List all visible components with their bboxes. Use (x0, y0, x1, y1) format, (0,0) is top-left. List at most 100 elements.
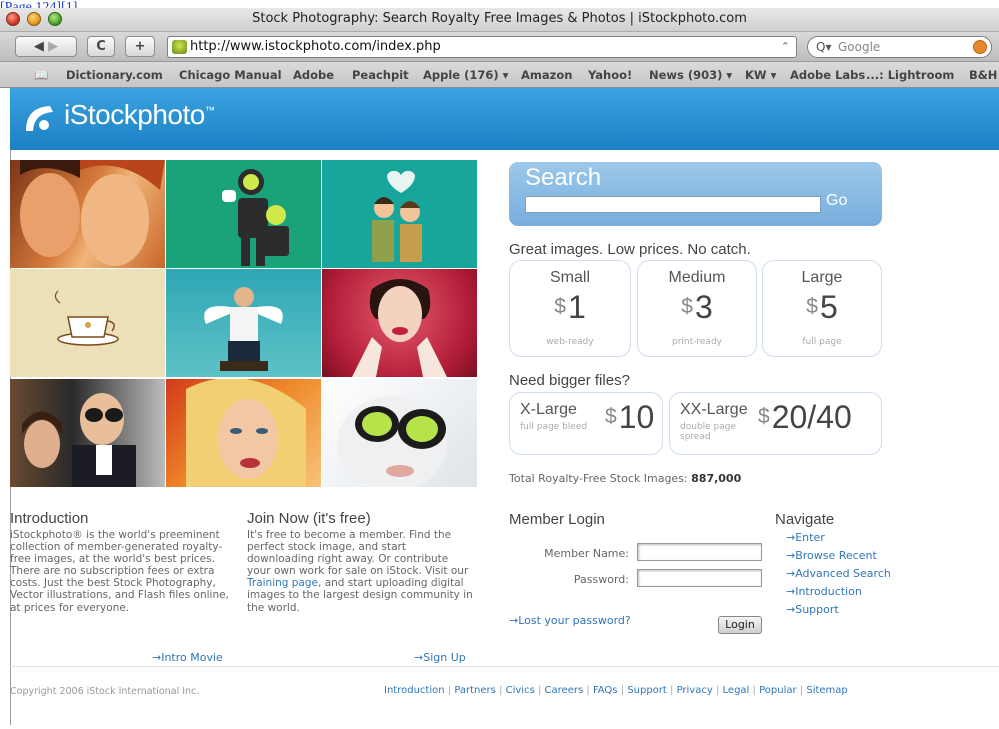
footer-link[interactable]: Privacy (677, 685, 713, 696)
clear-search-icon[interactable] (973, 40, 987, 54)
angel-man-photo[interactable] (166, 269, 321, 377)
footer-link[interactable]: Support (627, 685, 667, 696)
bookmark-item[interactable]: Peachpit (352, 68, 409, 82)
bookmark-item[interactable]: Amazon (521, 68, 572, 82)
vector-men-illustration[interactable] (166, 160, 321, 268)
training-page-link[interactable]: Training page, (247, 577, 321, 589)
price-note: full page (802, 337, 842, 347)
bigger-files-heading: Need bigger files? (509, 372, 630, 389)
price-size-label: Large (801, 269, 843, 286)
spy-couple-photo[interactable] (10, 379, 165, 487)
bookmark-item[interactable]: Chicago Manual (179, 68, 282, 82)
price-value: $3 (681, 289, 713, 325)
istock-logo-icon[interactable] (22, 101, 56, 135)
site-search-input[interactable] (525, 196, 821, 213)
password-input[interactable] (637, 569, 762, 587)
back-arrow-icon[interactable]: ◀ (34, 39, 44, 54)
couple-photo[interactable] (10, 160, 165, 268)
footer-link[interactable]: Introduction (384, 685, 445, 696)
join-title: Join Now (it's free) (247, 510, 371, 527)
member-name-label: Member Name: (544, 547, 629, 560)
price-size-label: X-Large (520, 401, 577, 418)
couple-illustration[interactable] (322, 160, 477, 268)
window-titlebar: Stock Photography: Search Royalty Free I… (0, 8, 999, 32)
total-images: Total Royalty-Free Stock Images: 887,000 (509, 472, 742, 485)
intro-body: iStockphoto® is the world's preeminent c… (10, 529, 229, 614)
footer-link[interactable]: Popular (759, 685, 797, 696)
price-card-small[interactable]: Small $1 web-ready (509, 260, 631, 357)
price-note: web-ready (546, 337, 594, 347)
couple-image-icon (20, 160, 165, 266)
teacup-icon (54, 290, 119, 346)
blonde-woman-photo[interactable] (166, 379, 321, 487)
url-text: http://www.istockphoto.com/index.php (190, 39, 441, 54)
bookmark-item[interactable]: News (903) ▾ (649, 68, 732, 82)
intro-movie-link[interactable]: →Intro Movie (152, 651, 223, 664)
member-login-title: Member Login (509, 511, 605, 528)
price-card-xxlarge[interactable]: XX-Large double page spread $20/40 (669, 392, 882, 455)
bookmark-item[interactable]: Adobe (293, 68, 334, 82)
forward-arrow-icon[interactable]: ▶ (48, 39, 58, 54)
nav-link-support[interactable]: →Support (786, 603, 839, 616)
footer-link[interactable]: FAQs (593, 685, 618, 696)
bookmark-item[interactable]: Yahoo! (588, 68, 632, 82)
price-value: $10 (605, 399, 655, 435)
nav-link-browse-recent[interactable]: →Browse Recent (786, 549, 877, 562)
bookmark-item[interactable]: Apple (176) ▾ (423, 68, 508, 82)
woman-hands-photo[interactable] (322, 269, 477, 377)
footer-link[interactable]: Legal (723, 685, 750, 696)
logo-text[interactable]: iStockphoto™ (64, 99, 215, 131)
password-label: Password: (573, 573, 629, 586)
search-panel: Search Go (509, 162, 882, 226)
goggles-icon (337, 396, 447, 487)
site-header: iStockphoto™ (10, 88, 999, 150)
price-value: $1 (554, 289, 586, 325)
search-field[interactable]: Q▾ Google (807, 36, 992, 58)
add-bookmark-button[interactable]: + (125, 36, 155, 57)
lost-password-link[interactable]: →Lost your password? (509, 614, 631, 627)
footer-link[interactable]: Sitemap (806, 685, 847, 696)
nav-link-enter[interactable]: →Enter (786, 531, 825, 544)
price-card-large[interactable]: Large $5 full page (762, 260, 882, 357)
join-body: It's free to become a member. Find the p… (247, 529, 473, 614)
rss-icon[interactable]: ⌃ (781, 37, 790, 57)
login-button[interactable]: Login (718, 616, 762, 634)
search-title: Search (525, 164, 602, 191)
price-size-label: Medium (668, 269, 726, 286)
copyright-text: Copyright 2006 iStock International Inc. (10, 686, 200, 697)
reload-button[interactable]: C (87, 36, 115, 57)
member-name-input[interactable] (637, 543, 762, 561)
price-card-xlarge[interactable]: X-Large full page bleed $10 (509, 392, 663, 455)
address-bar[interactable]: http://www.istockphoto.com/index.php ⌃ (167, 36, 797, 58)
go-button[interactable]: Go (826, 192, 847, 210)
price-size-label: XX-Large (680, 401, 748, 418)
bookmark-item[interactable]: KW ▾ (745, 68, 776, 82)
magnifier-icon[interactable]: Q▾ (816, 37, 831, 57)
navigate-title: Navigate (775, 511, 835, 528)
footer-link[interactable]: Careers (545, 685, 584, 696)
price-value: $20/40 (758, 399, 852, 435)
bookmark-item[interactable]: B&H (969, 68, 997, 82)
footer-link[interactable]: Partners (454, 685, 496, 696)
goggles-photo[interactable] (322, 379, 477, 487)
bookmark-item[interactable]: Dictionary.com (66, 68, 163, 82)
bookmark-item[interactable]: Adobe Labs (790, 68, 865, 82)
vector-men-icon (222, 169, 289, 266)
book-icon[interactable]: 📖 (34, 68, 48, 82)
site-favicon-icon (172, 40, 187, 54)
nav-link-introduction[interactable]: →Introduction (786, 585, 862, 598)
sign-up-link[interactable]: →Sign Up (414, 651, 466, 664)
search-placeholder: Google (838, 40, 881, 54)
bookmark-item[interactable]: ...: Lightroom (866, 68, 954, 82)
footer-link[interactable]: Civics (506, 685, 535, 696)
photo-grid (10, 160, 477, 487)
price-value: $5 (806, 289, 838, 325)
teacup-illustration[interactable] (10, 269, 165, 377)
total-images-count: 887,000 (691, 472, 742, 485)
footer-links: Introduction | Partners | Civics | Caree… (384, 685, 848, 696)
price-card-medium[interactable]: Medium $3 print-ready (637, 260, 757, 357)
pricing-tagline: Great images. Low prices. No catch. (509, 241, 751, 258)
back-forward-buttons[interactable]: ◀ ▶ (15, 36, 77, 57)
footer-divider (10, 666, 999, 667)
nav-link-advanced-search[interactable]: →Advanced Search (786, 567, 891, 580)
